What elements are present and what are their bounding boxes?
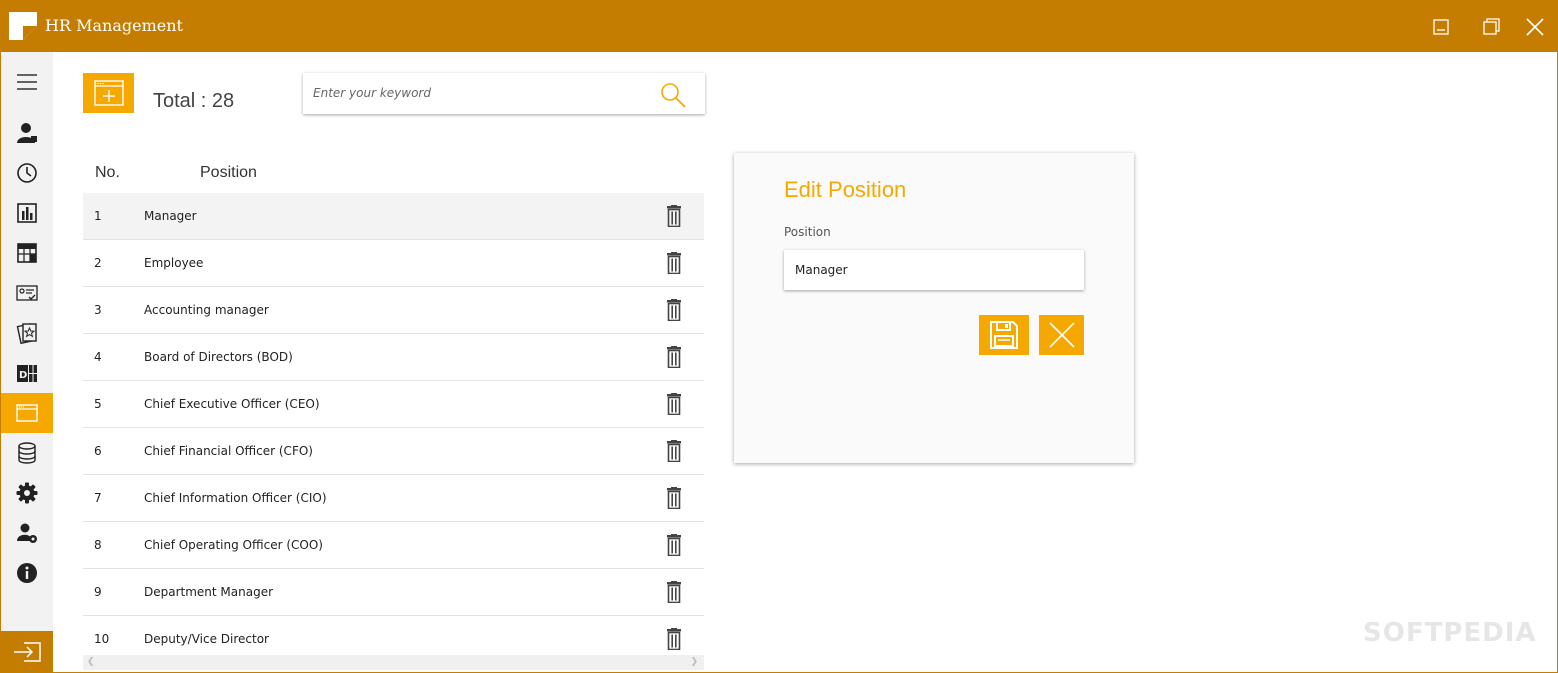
table-row[interactable]: 9 Department Manager [83, 569, 704, 616]
row-position: Chief Operating Officer (COO) [144, 538, 323, 552]
report-chart-icon [17, 203, 37, 223]
restore-icon[interactable] [1477, 13, 1505, 41]
save-button[interactable] [979, 315, 1029, 355]
row-position: Chief Executive Officer (CEO) [144, 397, 320, 411]
sidebar-item-reports[interactable] [1, 193, 53, 233]
app-logo-icon [9, 12, 37, 40]
trash-icon[interactable] [665, 393, 683, 416]
database-icon [18, 442, 36, 464]
cancel-x-icon [1048, 322, 1075, 348]
trash-icon[interactable] [665, 205, 683, 228]
row-position: Accounting manager [144, 303, 269, 317]
table-row[interactable]: 1 Manager [83, 193, 704, 240]
info-icon [17, 563, 37, 583]
position-input[interactable] [795, 260, 1075, 280]
sidebar-item-employees[interactable] [1, 113, 53, 153]
sidebar-item-menu[interactable] [1, 62, 53, 102]
row-number: 4 [94, 350, 102, 364]
row-number: 9 [94, 585, 102, 599]
sidebar-item-about[interactable] [1, 553, 53, 593]
scroll-left-icon[interactable]: ❮ [87, 657, 95, 667]
trash-icon[interactable] [665, 487, 683, 510]
row-number: 7 [94, 491, 102, 505]
hamburger-menu-icon [17, 74, 37, 90]
sign-out-icon [14, 642, 41, 662]
position-field-box [784, 250, 1084, 290]
cancel-button[interactable] [1039, 315, 1084, 355]
sidebar-item-settings[interactable] [1, 473, 53, 513]
sidebar-item-database[interactable] [1, 433, 53, 473]
table-row[interactable]: 6 Chief Financial Officer (CFO) [83, 428, 704, 475]
user-settings-icon [17, 523, 37, 543]
app-title: HR Management [45, 16, 183, 35]
sidebar-item-calendar[interactable] [1, 233, 53, 273]
column-header-no[interactable]: No. [95, 164, 120, 182]
table-row[interactable]: 7 Chief Information Officer (CIO) [83, 475, 704, 522]
table-row[interactable]: 4 Board of Directors (BOD) [83, 334, 704, 381]
sidebar-item-timesheet[interactable] [1, 153, 53, 193]
row-position: Employee [144, 256, 204, 270]
trash-icon[interactable] [665, 628, 683, 651]
minimize-icon[interactable] [1427, 13, 1455, 41]
table-row[interactable]: 8 Chief Operating Officer (COO) [83, 522, 704, 569]
gear-icon [16, 482, 38, 504]
row-position: Department Manager [144, 585, 274, 599]
department-icon: D [17, 365, 37, 382]
edit-panel-title: Edit Position [784, 177, 907, 202]
row-number: 10 [94, 632, 110, 646]
edit-position-panel: Edit Position Position [734, 153, 1134, 463]
row-position: Chief Information Officer (CIO) [144, 491, 327, 505]
table-row[interactable]: 5 Chief Executive Officer (CEO) [83, 381, 704, 428]
position-window-icon [16, 404, 38, 422]
calendar-grid-icon [17, 243, 37, 263]
sidebar-item-departments[interactable]: D [1, 353, 53, 393]
total-count: Total : 28 [153, 90, 235, 112]
positions-table: 1 Manager 2 Employee 3 Accounting manager 4 Boa… [83, 193, 704, 653]
sidebar-item-awards[interactable] [1, 313, 53, 353]
row-number: 5 [94, 397, 102, 411]
row-number: 1 [94, 209, 102, 223]
employee-icon [17, 123, 37, 143]
trash-icon[interactable] [665, 581, 683, 604]
position-field-label: Position [784, 225, 831, 239]
row-number: 2 [94, 256, 102, 270]
add-position-button[interactable] [83, 73, 134, 113]
sidebar-item-contracts[interactable] [1, 273, 53, 313]
softpedia-watermark: SOFTPEDIA [1363, 618, 1537, 648]
column-header-position[interactable]: Position [200, 164, 257, 182]
row-position: Board of Directors (BOD) [144, 350, 293, 364]
table-row[interactable]: 10 Deputy/Vice Director [83, 616, 704, 653]
sidebar-item-user-settings[interactable] [1, 513, 53, 553]
table-row[interactable]: 2 Employee [83, 240, 704, 287]
id-card-check-icon [16, 285, 38, 301]
trash-icon[interactable] [665, 299, 683, 322]
sidebar: D [1, 52, 53, 673]
svg-text:D: D [19, 370, 27, 381]
trash-icon[interactable] [665, 252, 683, 275]
trash-icon[interactable] [665, 346, 683, 369]
row-number: 6 [94, 444, 102, 458]
search-input[interactable] [313, 81, 653, 105]
add-window-icon [93, 80, 124, 106]
trash-icon[interactable] [665, 534, 683, 557]
sign-out-button[interactable] [1, 631, 53, 673]
award-card-icon [16, 323, 37, 344]
scroll-right-icon[interactable]: ❯ [690, 657, 698, 667]
clock-icon [17, 163, 37, 183]
row-position: Chief Financial Officer (CFO) [144, 444, 313, 458]
table-row[interactable]: 3 Accounting manager [83, 287, 704, 334]
row-position: Deputy/Vice Director [144, 632, 269, 646]
search-icon[interactable] [659, 81, 687, 109]
row-number: 8 [94, 538, 102, 552]
title-bar[interactable]: HR Management [1, 1, 1557, 52]
app-window: HR Management D Total: 28 Enter your ke… [0, 0, 1558, 673]
search-box [303, 73, 705, 114]
horizontal-scrollbar[interactable]: ❮ ❯ [83, 655, 704, 670]
trash-icon[interactable] [665, 440, 683, 463]
save-disk-icon [990, 321, 1018, 349]
close-icon[interactable] [1521, 13, 1549, 41]
row-number: 3 [94, 303, 102, 317]
row-position: Manager [144, 209, 197, 223]
sidebar-item-positions[interactable] [1, 393, 53, 433]
